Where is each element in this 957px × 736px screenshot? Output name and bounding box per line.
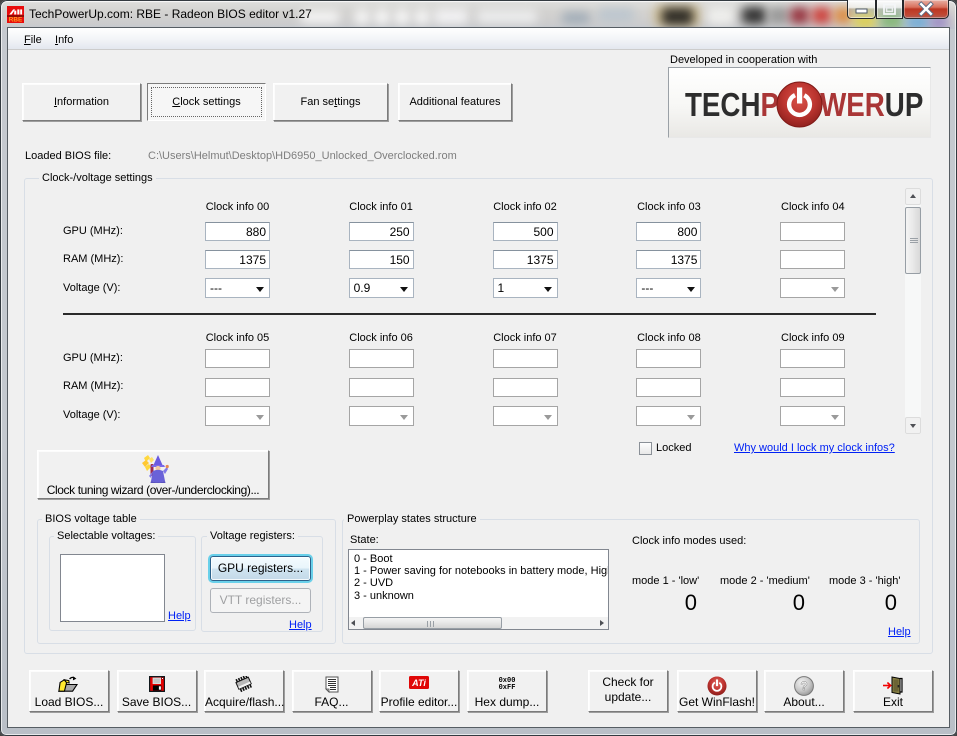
svg-text:?: ? bbox=[800, 679, 807, 693]
svg-text:0xFF: 0xFF bbox=[499, 684, 516, 690]
svg-text:RBE: RBE bbox=[9, 17, 23, 23]
svg-text:ATi: ATi bbox=[411, 678, 426, 688]
